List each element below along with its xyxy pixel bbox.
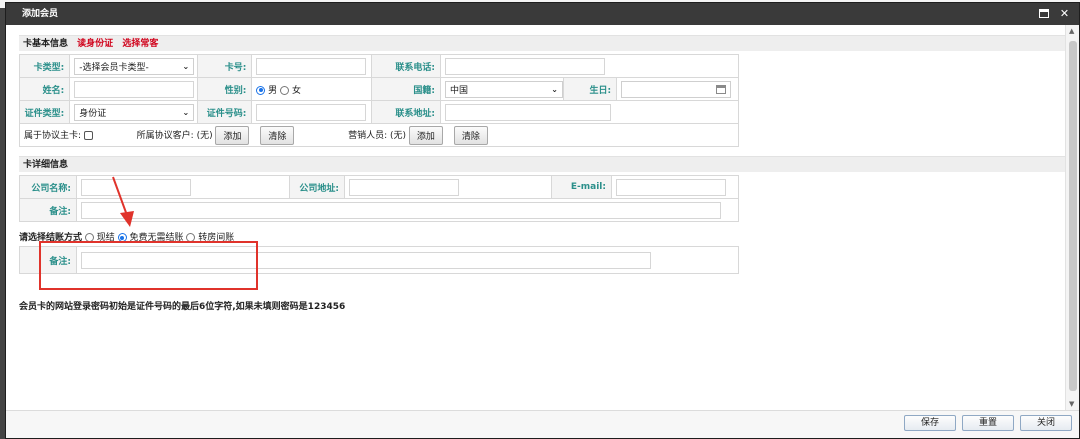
gender-male-label: 男 xyxy=(268,85,278,96)
close-icon: ✕ xyxy=(1059,7,1070,20)
company-address-input[interactable] xyxy=(349,178,459,196)
chevron-down-icon: ⌄ xyxy=(551,84,558,94)
sales-person-label: 营销人员: (无) xyxy=(348,130,407,141)
maximize-icon xyxy=(1039,9,1049,18)
sales-clear-button[interactable]: 清除 xyxy=(453,125,488,145)
vertical-scrollbar[interactable]: ▲ ▼ xyxy=(1065,25,1079,410)
card-number-input[interactable] xyxy=(256,57,367,75)
gender-female-radio[interactable] xyxy=(280,85,290,95)
country-select[interactable]: 中国 ⌄ xyxy=(444,80,563,98)
birthday-label: 生日: xyxy=(562,77,618,101)
address-label: 联系地址: xyxy=(371,100,441,124)
company-address-label: 公司地址: xyxy=(289,175,345,199)
country-label: 国籍: xyxy=(371,77,441,101)
scrollbar-thumb[interactable] xyxy=(1069,41,1077,391)
address-input[interactable] xyxy=(444,103,611,121)
id-number-input[interactable] xyxy=(256,103,367,121)
dialog-button-bar: 保存 重置 关闭 xyxy=(6,410,1079,438)
dialog-title: 添加会员 xyxy=(22,9,59,19)
save-button[interactable]: 保存 xyxy=(904,415,956,431)
email-label: E-mail: xyxy=(551,175,612,199)
phone-input[interactable] xyxy=(444,57,605,75)
maximize-button[interactable] xyxy=(1039,7,1052,20)
birthday-input[interactable] xyxy=(621,80,732,98)
dialog-content: 卡基本信息 读身份证 选择常客 卡类型: -选择会员卡类型- ⌄ 卡号: 联系电… xyxy=(6,25,1066,410)
sales-add-button[interactable]: 添加 xyxy=(408,125,443,145)
phone-label: 联系电话: xyxy=(371,54,441,78)
reset-button[interactable]: 重置 xyxy=(962,415,1014,431)
email-input[interactable] xyxy=(616,178,726,196)
scroll-down-icon[interactable]: ▼ xyxy=(1069,400,1074,408)
close-window-button[interactable]: ✕ xyxy=(1058,7,1071,20)
add-member-dialog: 添加会员 ✕ 卡基本信息 读身份证 选择常客 卡类型: -选择会员卡类型- ⌄ xyxy=(5,2,1080,439)
dialog-titlebar: 添加会员 ✕ xyxy=(6,3,1079,25)
annotation-highlight-box xyxy=(39,241,258,290)
country-value: 中国 xyxy=(449,85,468,96)
calendar-icon[interactable] xyxy=(716,84,727,94)
close-button[interactable]: 关闭 xyxy=(1020,415,1072,431)
gender-female-label: 女 xyxy=(291,85,301,96)
scroll-up-icon[interactable]: ▲ xyxy=(1069,27,1074,35)
